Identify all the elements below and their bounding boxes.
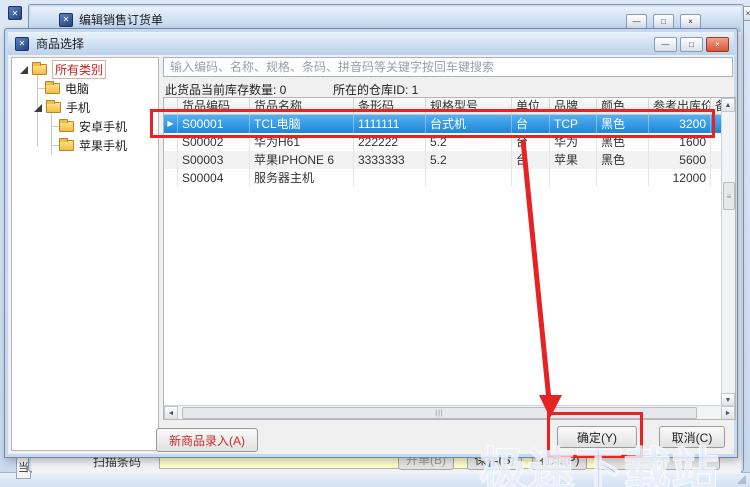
cell-color: 黑色 — [597, 151, 649, 169]
warehouse-id-label: 所在的仓库ID: 1 — [333, 83, 419, 97]
tree-item-label: 电脑 — [65, 82, 90, 96]
cell-price: 12000 — [649, 169, 711, 187]
folder-icon — [32, 62, 47, 75]
tree-expander-icon[interactable] — [34, 103, 42, 112]
cell-spec: 5.2 — [426, 133, 512, 151]
scroll-left-icon[interactable]: ◄ — [164, 406, 178, 419]
cell-unit — [512, 169, 550, 187]
new-product-button[interactable]: 新商品录入(A) — [156, 428, 258, 452]
cell-price: 1600 — [649, 133, 711, 151]
column-header[interactable]: 货品名称 — [250, 98, 354, 114]
cell-spec — [426, 169, 512, 187]
app-icon: ✕ — [15, 36, 29, 51]
product-select-dialog: ✕ 商品选择 — □ × 所有类别 电脑 手机 安卓手机 苹果手机 输入编码、名… — [4, 28, 738, 458]
cell-barcode: 222222 — [354, 133, 426, 151]
row-gutter — [164, 169, 178, 187]
close-icon[interactable]: × — [706, 37, 729, 52]
stock-quantity-label: 此货品当前库存数量: 0 — [165, 83, 287, 97]
minimize-icon[interactable]: — — [626, 14, 647, 29]
cell-code: S00002 — [178, 133, 250, 151]
cell-brand: TCP — [550, 115, 597, 133]
horizontal-scroll-thumb[interactable]: ||| — [182, 407, 697, 419]
scroll-right-icon[interactable]: ► — [721, 406, 735, 419]
cell-color: 黑色 — [597, 115, 649, 133]
column-header[interactable]: 条形码 — [354, 98, 426, 114]
cell-spec: 5.2 — [426, 151, 512, 169]
cell-unit: 台 — [512, 115, 550, 133]
cell-brand: 苹果 — [550, 151, 597, 169]
cell-code: S00003 — [178, 151, 250, 169]
column-header[interactable]: 单位 — [512, 98, 550, 114]
row-gutter — [164, 151, 178, 169]
cell-code: S00004 — [178, 169, 250, 187]
tree-item-apple-phone[interactable]: 苹果手机 — [12, 136, 158, 155]
row-selector-icon: ▶ — [164, 115, 178, 133]
column-header[interactable]: 参考出库价 — [649, 98, 711, 114]
tree-expander-icon[interactable] — [20, 65, 28, 74]
cancel-button[interactable]: 取消(C) — [659, 426, 725, 448]
product-table: 货品编码 货品名称 条形码 规格型号 单位 品牌 颜色 参考出库价 备注 ▶ S… — [163, 97, 736, 420]
cell-color — [597, 169, 649, 187]
tree-item-label: 所有类别 — [52, 60, 107, 79]
cell-name: TCL电脑 — [250, 115, 354, 133]
vertical-scroll-thumb[interactable]: ≡ — [723, 182, 735, 210]
cell-name: 苹果IPHONE 6 — [250, 151, 354, 169]
folder-icon — [59, 138, 74, 151]
cell-brand — [550, 169, 597, 187]
resize-grip[interactable] — [736, 474, 746, 484]
close-icon[interactable]: × — [680, 14, 701, 29]
tree-item-android-phone[interactable]: 安卓手机 — [12, 117, 158, 136]
cell-brand: 华为 — [550, 133, 597, 151]
tree-item-all-categories[interactable]: 所有类别 — [12, 60, 158, 79]
tree-item-label: 苹果手机 — [79, 139, 128, 153]
table-row[interactable]: S00004 服务器主机 12000 — [164, 169, 723, 187]
cell-unit: 台 — [512, 151, 550, 169]
column-header[interactable]: 货品编码 — [178, 98, 250, 114]
table-header-row: 货品编码 货品名称 条形码 规格型号 单位 品牌 颜色 参考出库价 备注 — [164, 98, 723, 115]
vertical-scrollbar[interactable]: ▲ ≡ ▼ — [721, 98, 735, 407]
folder-icon — [46, 100, 61, 113]
header-corner-cell — [164, 98, 178, 114]
tree-item-phone[interactable]: 手机 — [12, 98, 158, 117]
scroll-up-icon[interactable]: ▲ — [721, 98, 735, 112]
cell-barcode: 1111111 — [354, 115, 426, 133]
maximize-icon[interactable]: □ — [653, 14, 674, 29]
screenshot-root: ✕ × 当 ✕ 编辑销售订货单 — □ × 扫描条码 开单(B) 保存(S) 打… — [0, 0, 750, 487]
horizontal-scrollbar[interactable]: ◄ ||| ► — [164, 405, 735, 419]
category-tree: 所有类别 电脑 手机 安卓手机 苹果手机 — [11, 57, 159, 451]
folder-icon — [59, 119, 74, 132]
parent-window-title: 编辑销售订货单 — [79, 13, 164, 27]
search-input[interactable] — [163, 57, 733, 77]
cell-code: S00001 — [178, 115, 250, 133]
folder-icon — [45, 81, 60, 94]
cell-spec: 台式机 — [426, 115, 512, 133]
ok-button[interactable]: 确定(Y) — [557, 426, 637, 448]
outer-window-bottom-strip — [0, 472, 750, 487]
tree-item-label: 安卓手机 — [79, 120, 128, 134]
maximize-icon[interactable]: □ — [680, 37, 703, 52]
cell-unit: 台 — [512, 133, 550, 151]
table-row[interactable]: S00002 华为H61 222222 5.2 台 华为 黑色 1600 — [164, 133, 723, 151]
cell-barcode: 3333333 — [354, 151, 426, 169]
table-row[interactable]: S00003 苹果IPHONE 6 3333333 5.2 台 苹果 黑色 56… — [164, 151, 723, 169]
tree-item-label: 手机 — [66, 101, 91, 115]
dialog-titlebar[interactable]: ✕ 商品选择 — [8, 32, 734, 55]
minimize-icon[interactable]: — — [654, 37, 677, 52]
app-icon: ✕ — [8, 6, 22, 20]
table-row[interactable]: ▶ S00001 TCL电脑 1111111 台式机 台 TCP 黑色 3200 — [164, 115, 723, 133]
cell-price: 3200 — [649, 115, 711, 133]
app-icon: ✕ — [59, 12, 73, 27]
cell-name: 华为H61 — [250, 133, 354, 151]
row-gutter — [164, 133, 178, 151]
column-header[interactable]: 颜色 — [597, 98, 649, 114]
cell-color: 黑色 — [597, 133, 649, 151]
cell-price: 5600 — [649, 151, 711, 169]
column-header[interactable]: 品牌 — [550, 98, 597, 114]
column-header[interactable]: 规格型号 — [426, 98, 512, 114]
cell-name: 服务器主机 — [250, 169, 354, 187]
dialog-title: 商品选择 — [36, 37, 85, 51]
cell-barcode — [354, 169, 426, 187]
tree-item-computer[interactable]: 电脑 — [12, 79, 158, 98]
